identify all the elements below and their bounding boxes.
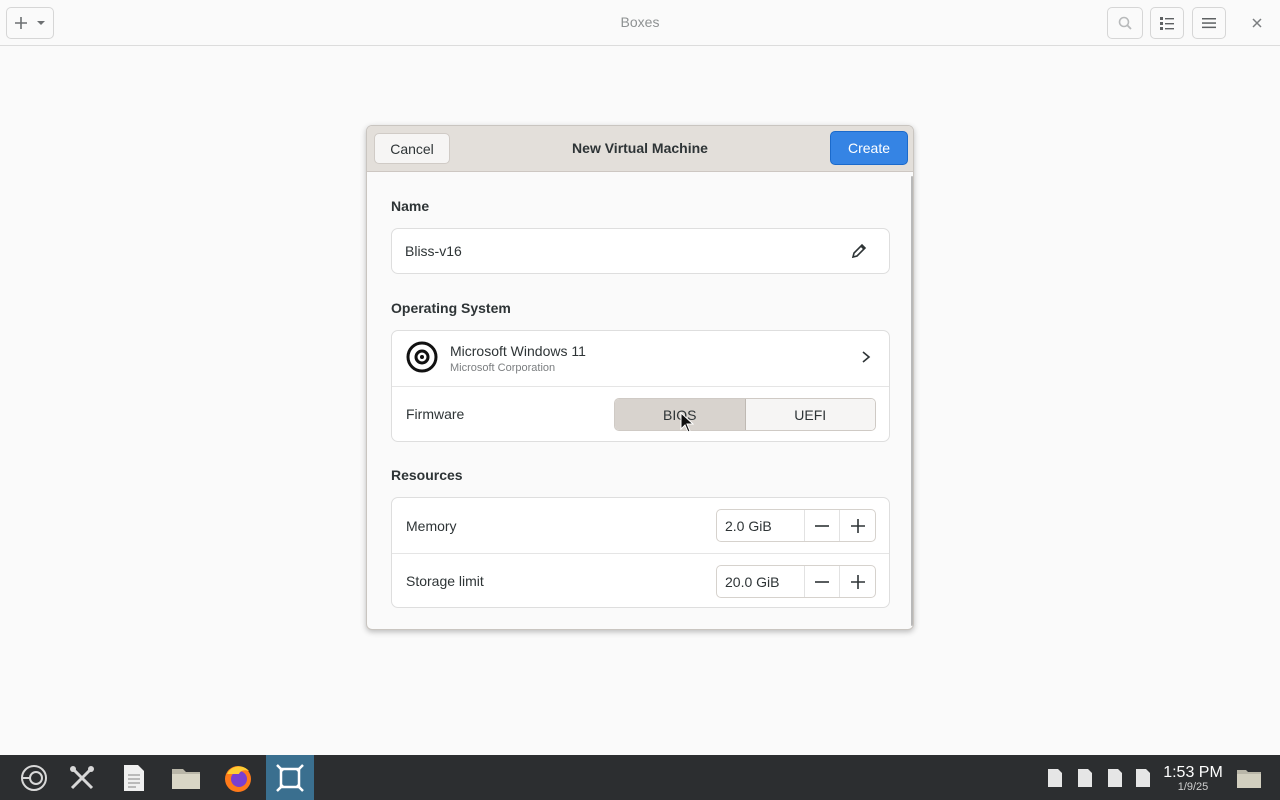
os-vendor: Microsoft Corporation bbox=[450, 362, 556, 374]
taskbar-system-menu[interactable] bbox=[10, 755, 58, 800]
name-card: Bliss-v16 bbox=[391, 228, 890, 274]
firmware-label: Firmware bbox=[406, 406, 465, 422]
disc-icon bbox=[406, 341, 438, 373]
system-menu-icon bbox=[21, 764, 47, 791]
list-view-button[interactable] bbox=[1150, 7, 1184, 39]
edit-pencil-icon[interactable] bbox=[850, 242, 868, 260]
chevron-right-icon bbox=[862, 351, 871, 363]
minus-icon bbox=[815, 580, 830, 583]
dialog-header: Cancel New Virtual Machine Create bbox=[367, 126, 913, 172]
tray-document-icon[interactable] bbox=[1135, 768, 1151, 788]
dialog-scrollbar[interactable] bbox=[911, 176, 913, 626]
create-button[interactable]: Create bbox=[830, 131, 908, 165]
memory-value[interactable]: 2.0 GiB bbox=[717, 510, 806, 541]
firmware-uefi-option[interactable]: UEFI bbox=[745, 399, 875, 430]
tray-document-icon[interactable] bbox=[1107, 768, 1123, 788]
mouse-pointer-icon bbox=[680, 412, 694, 433]
memory-decrease-button[interactable] bbox=[805, 510, 841, 541]
desktop-folder-icon[interactable] bbox=[1236, 767, 1262, 789]
taskbar bbox=[0, 755, 1280, 800]
file-manager-icon bbox=[172, 768, 200, 789]
resources-section-label: Resources bbox=[391, 467, 463, 483]
taskbar-file-manager[interactable] bbox=[162, 755, 210, 800]
new-vm-dialog: Cancel New Virtual Machine Create Name B… bbox=[366, 125, 914, 630]
search-icon bbox=[1118, 16, 1132, 30]
settings-tools-icon bbox=[70, 765, 94, 789]
main-menu-button[interactable] bbox=[1192, 7, 1226, 39]
storage-decrease-button[interactable] bbox=[805, 566, 841, 597]
storage-spinbutton[interactable]: 20.0 GiB bbox=[716, 565, 876, 598]
list-view-icon bbox=[1160, 17, 1174, 30]
clock-date[interactable]: 1/9/25 bbox=[1162, 781, 1224, 793]
hamburger-menu-icon bbox=[1202, 18, 1216, 29]
memory-spinbutton[interactable]: 2.0 GiB bbox=[716, 509, 876, 542]
firmware-row: Firmware BIOS UEFI bbox=[392, 386, 889, 441]
text-editor-icon bbox=[124, 764, 144, 791]
close-icon bbox=[1252, 18, 1262, 28]
resources-card: Memory 2.0 GiB Storage limit 20.0 GiB bbox=[391, 497, 890, 608]
tray-document-icon[interactable] bbox=[1047, 768, 1063, 788]
storage-increase-button[interactable] bbox=[840, 566, 875, 597]
os-section-label: Operating System bbox=[391, 300, 511, 316]
tray-document-icon[interactable] bbox=[1077, 768, 1093, 788]
boxes-icon bbox=[276, 763, 304, 792]
storage-value[interactable]: 20.0 GiB bbox=[717, 566, 806, 597]
plus-icon bbox=[850, 518, 865, 533]
name-row[interactable]: Bliss-v16 bbox=[392, 229, 889, 273]
taskbar-settings[interactable] bbox=[58, 755, 106, 800]
memory-increase-button[interactable] bbox=[840, 510, 875, 541]
storage-label: Storage limit bbox=[406, 573, 484, 589]
taskbar-boxes[interactable] bbox=[266, 755, 314, 800]
minus-icon bbox=[815, 524, 830, 527]
vm-name-value[interactable]: Bliss-v16 bbox=[405, 243, 462, 259]
app-title: Boxes bbox=[620, 14, 660, 30]
plus-icon bbox=[850, 574, 865, 589]
clock-time[interactable]: 1:53 PM bbox=[1162, 764, 1224, 782]
name-section-label: Name bbox=[391, 198, 430, 214]
firefox-icon bbox=[225, 765, 251, 792]
memory-row: Memory 2.0 GiB bbox=[392, 498, 889, 553]
taskbar-text-editor[interactable] bbox=[110, 755, 158, 800]
os-row[interactable]: Microsoft Windows 11 Microsoft Corporati… bbox=[392, 331, 889, 386]
firmware-toggle[interactable]: BIOS UEFI bbox=[614, 398, 876, 431]
window-close-button[interactable] bbox=[1244, 10, 1270, 36]
os-name: Microsoft Windows 11 bbox=[450, 343, 586, 359]
app-header-bar: Boxes bbox=[0, 0, 1280, 46]
search-button[interactable] bbox=[1107, 7, 1143, 39]
memory-label: Memory bbox=[406, 517, 457, 534]
os-card: Microsoft Windows 11 Microsoft Corporati… bbox=[391, 330, 890, 442]
taskbar-firefox[interactable] bbox=[214, 755, 262, 800]
storage-row: Storage limit 20.0 GiB bbox=[392, 553, 889, 608]
